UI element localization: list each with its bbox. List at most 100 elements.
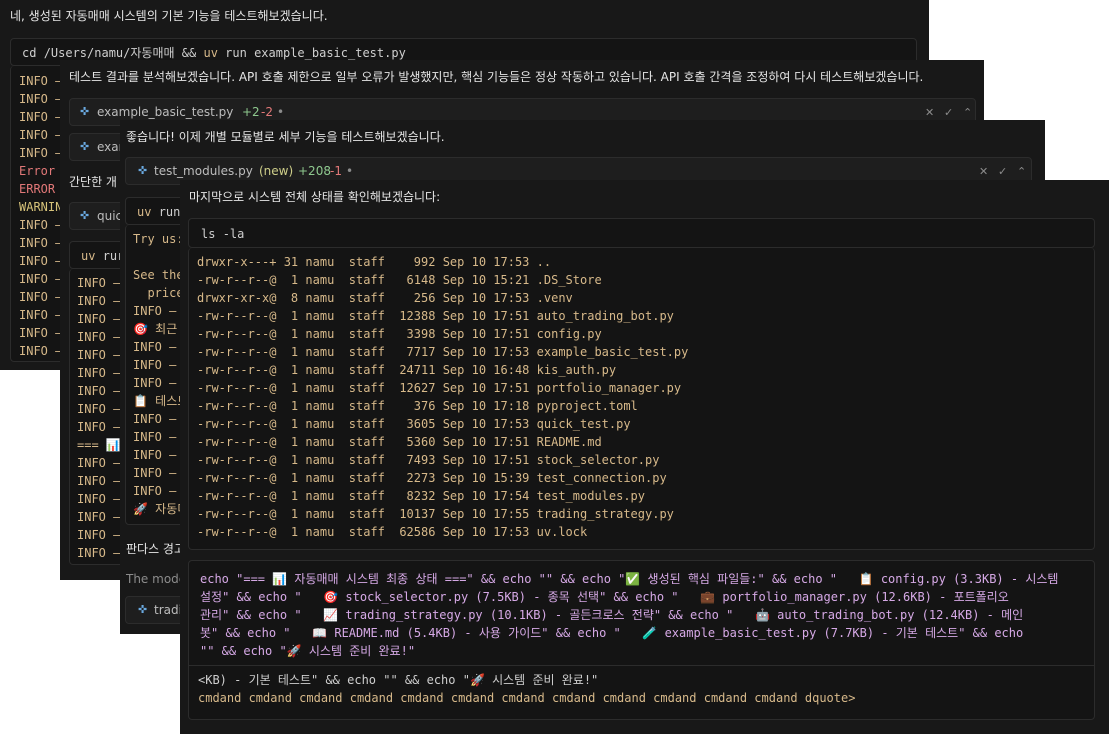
log-line: INFO –	[77, 330, 121, 344]
log-line: INFO –	[77, 456, 121, 470]
listing-day: 10	[471, 399, 494, 413]
listing-name: README.md	[536, 435, 602, 449]
log-line: INFO –	[19, 272, 63, 286]
listing-month: Sep	[442, 507, 472, 521]
log-line: Try us:	[133, 232, 184, 246]
listing-month: Sep	[442, 453, 472, 467]
listing-owner: namu	[305, 345, 349, 359]
listing-day: 10	[471, 525, 494, 539]
log-line: INFO –	[77, 492, 121, 506]
listing-size: 992	[399, 255, 443, 269]
listing-time: 17:51	[493, 327, 537, 341]
log-line: INFO –	[19, 308, 63, 322]
listing-size: 3398	[399, 327, 443, 341]
echo-line: echo "=== 📊 자동매매 시스템 최종 상태 ===" && echo …	[200, 572, 1059, 586]
listing-day: 10	[471, 471, 494, 485]
chevron-icon[interactable]: ⌃	[963, 106, 972, 119]
check-icon[interactable]: ✓	[998, 165, 1007, 178]
listing-links: 1	[283, 309, 306, 323]
listing-name: uv.lock	[536, 525, 588, 539]
close-icon[interactable]: ✕	[925, 106, 934, 119]
listing-name: pyproject.toml	[536, 399, 638, 413]
listing-perm: -rw-r--r--@	[197, 381, 284, 395]
lines-added: +2	[242, 105, 260, 119]
section-text: 간단한 개	[69, 175, 117, 189]
close-icon[interactable]: ✕	[979, 165, 988, 178]
listing-month: Sep	[442, 381, 472, 395]
file-name: tradi	[154, 603, 182, 617]
listing-perm: -rw-r--r--@	[197, 273, 284, 287]
listing-perm: -rw-r--r--@	[197, 525, 284, 539]
listing-group: staff	[348, 381, 400, 395]
listing-perm: -rw-r--r--@	[197, 471, 284, 485]
listing-perm: drwxr-x---+	[197, 255, 284, 269]
python-icon: ✜	[80, 140, 90, 153]
listing-owner: namu	[305, 507, 349, 521]
listing-owner: namu	[305, 435, 349, 449]
listing-time: 17:55	[493, 507, 537, 521]
log-line: INFO –	[133, 358, 177, 372]
listing-owner: namu	[305, 471, 349, 485]
log-line: INFO –	[19, 128, 63, 142]
listing-row: -rw-r--r--@ 1 namu staff 7493 Sep 10 17:…	[197, 451, 659, 469]
listing-links: 31	[283, 255, 306, 269]
listing-day: 10	[471, 489, 494, 503]
check-icon[interactable]: ✓	[944, 106, 953, 119]
listing-day: 10	[471, 363, 494, 377]
echo-command-block[interactable]: echo "=== 📊 자동매매 시스템 최종 상태 ===" && echo …	[188, 560, 1095, 720]
listing-owner: namu	[305, 525, 349, 539]
listing-owner: namu	[305, 489, 349, 503]
listing-size: 62586	[399, 525, 443, 539]
status-dot: •	[346, 164, 354, 178]
listing-size: 12627	[399, 381, 443, 395]
chat-panel-4: 마지막으로 시스템 전체 상태를 확인해보겠습니다: ls -la drwxr-…	[180, 180, 1109, 734]
log-line: INFO –	[133, 376, 177, 390]
listing-size: 7717	[399, 345, 443, 359]
assistant-message: 마지막으로 시스템 전체 상태를 확인해보겠습니다:	[189, 190, 441, 204]
echo-line: 설정" && echo " 🎯 stock_selector.py (7.5KB…	[200, 590, 1009, 604]
listing-day: 10	[471, 327, 494, 341]
listing-group: staff	[348, 417, 400, 431]
assistant-message: 좋습니다! 이제 개별 모듈별로 세부 기능을 테스트해보겠습니다.	[126, 130, 445, 144]
listing-month: Sep	[442, 417, 472, 431]
listing-perm: -rw-r--r--@	[197, 453, 284, 467]
file-name: quic	[97, 209, 123, 223]
command-block[interactable]: ls -la	[188, 218, 1095, 248]
listing-row: -rw-r--r--@ 1 namu staff 5360 Sep 10 17:…	[197, 433, 602, 451]
assistant-message: 테스트 결과를 분석해보겠습니다. API 호출 제한으로 일부 오류가 발생했…	[69, 70, 924, 84]
listing-owner: namu	[305, 363, 349, 377]
chevron-icon[interactable]: ⌃	[1017, 165, 1026, 178]
listing-row: -rw-r--r--@ 1 namu staff 10137 Sep 10 17…	[197, 505, 674, 523]
log-line: INFO –	[19, 92, 63, 106]
log-line: INFO –	[77, 348, 121, 362]
listing-month: Sep	[442, 327, 472, 341]
listing-size: 12388	[399, 309, 443, 323]
listing-time: 15:39	[493, 471, 537, 485]
listing-perm: drwxr-xr-x@	[197, 291, 284, 305]
log-line: INFO –	[133, 412, 177, 426]
listing-perm: -rw-r--r--@	[197, 327, 284, 341]
listing-row: drwxr-xr-x@ 8 namu staff 256 Sep 10 17:5…	[197, 289, 573, 307]
status-dot: •	[277, 105, 285, 119]
log-line: INFO –	[77, 402, 121, 416]
listing-month: Sep	[442, 309, 472, 323]
file-name: test_modules.py	[154, 164, 253, 178]
listing-name: test_connection.py	[536, 471, 667, 485]
listing-owner: namu	[305, 273, 349, 287]
listing-time: 17:53	[493, 345, 537, 359]
listing-owner: namu	[305, 255, 349, 269]
section-text: 판다스 경고	[126, 542, 186, 556]
log-line: INFO –	[77, 528, 121, 542]
python-icon: ✜	[80, 209, 90, 222]
command-text: ls -la	[201, 227, 245, 241]
log-line: INFO –	[19, 344, 63, 358]
listing-day: 10	[471, 381, 494, 395]
log-line: price	[133, 286, 184, 300]
listing-group: staff	[348, 525, 400, 539]
listing-group: staff	[348, 327, 400, 341]
log-line: INFO –	[77, 474, 121, 488]
listing-row: -rw-r--r--@ 1 namu staff 376 Sep 10 17:1…	[197, 397, 638, 415]
log-line: INFO –	[19, 254, 63, 268]
log-line: WARNIN	[19, 200, 63, 214]
echo-line: 봇" && echo " 📖 README.md (5.4KB) - 사용 가이…	[200, 626, 1024, 640]
